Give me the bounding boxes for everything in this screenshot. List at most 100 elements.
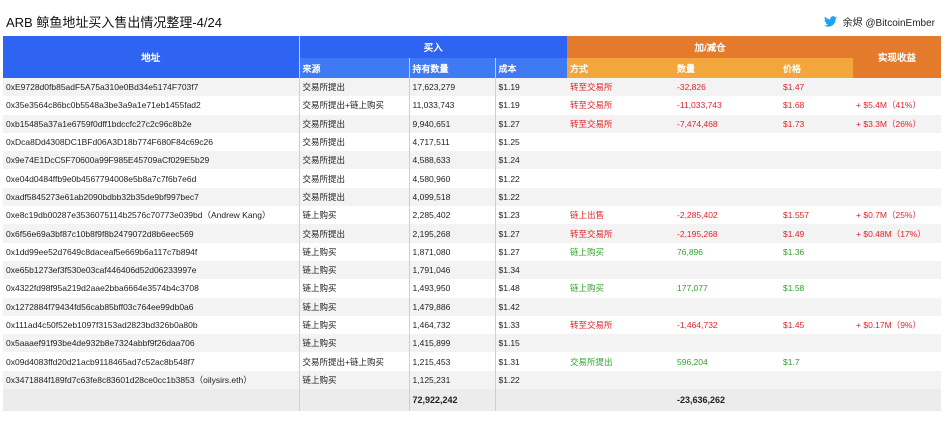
- cell-address: 0x9e74E1DcC5F70600a99F985E45709aCf029E5b…: [3, 151, 299, 170]
- table-row: 0x1272884f79434fd56cab85bff03c764ee99db0…: [3, 297, 942, 316]
- cell-cost: $1.27: [494, 224, 568, 243]
- header-group-row: 地址 买入 加/减仓 实现收益: [3, 36, 942, 78]
- cell-cost: $1.19: [494, 78, 568, 97]
- header-method: 方式: [567, 58, 675, 78]
- cell-price: [780, 151, 854, 170]
- cell-source: 交易所提出: [298, 224, 409, 243]
- cell-address: 0x4322fd98f95a219d2aae2bba6664e3574b4c37…: [3, 279, 299, 298]
- cell-cost: $1.23: [494, 206, 568, 225]
- author-credit[interactable]: 余烬 @BitcoinEmber: [823, 14, 935, 29]
- cell-quantity: -11,033,743: [674, 96, 781, 115]
- total-holdings: 72,922,242: [408, 389, 495, 412]
- header-price: 价格: [780, 58, 854, 78]
- cell-cost: $1.15: [494, 334, 568, 353]
- table-row: 0x1dd99ee52d7649c8daceaf5e669b6a117c7b89…: [3, 242, 942, 261]
- cell-address: 0xe65b1273ef3f530e03caf446406d52d0623399…: [3, 260, 299, 280]
- cell-method: [567, 187, 675, 207]
- table-body: 0xE9728d0fb85adF5A75a310e0Bd34e5174F703f…: [3, 78, 942, 390]
- cell-cost: $1.19: [494, 96, 568, 115]
- cell-quantity: [674, 370, 781, 390]
- table-row: 0x3471884f189fd7c63fe8c83601d28ce0cc1b38…: [3, 370, 942, 390]
- cell-profit: + $0.7M（25%）: [853, 206, 942, 225]
- header-quantity: 数量: [674, 58, 781, 78]
- cell-holdings: 2,195,268: [408, 224, 495, 243]
- cell-cost: $1.24: [494, 151, 568, 170]
- cell-source: 链上购买: [298, 334, 409, 353]
- cell-cost: $1.22: [494, 169, 568, 188]
- cell-profit: [853, 78, 942, 97]
- cell-method: 交易所提出: [567, 352, 675, 371]
- cell-source: 链上购买: [298, 315, 409, 335]
- table-row: 0xE9728d0fb85adF5A75a310e0Bd34e5174F703f…: [3, 78, 942, 97]
- cell-holdings: 1,415,899: [408, 334, 495, 353]
- cell-profit: + $5.4M（41%）: [853, 96, 942, 115]
- page-title: ARB 鲸鱼地址买入售出情况整理-4/24: [6, 15, 222, 30]
- cell-method: 转至交易所: [567, 78, 675, 97]
- cell-quantity: -1,464,732: [674, 315, 781, 335]
- cell-address: 0x1272884f79434fd56cab85bff03c764ee99db0…: [3, 297, 299, 316]
- cell-price: $1.68: [780, 96, 854, 115]
- cell-method: 链上购买: [567, 279, 675, 298]
- cell-method: 转至交易所: [567, 224, 675, 243]
- cell-profit: + $0.17M（9%）: [853, 315, 942, 335]
- cell-price: [780, 260, 854, 280]
- cell-holdings: 1,791,046: [408, 260, 495, 280]
- cell-source: 交易所提出: [298, 169, 409, 188]
- cell-profit: [853, 242, 942, 261]
- cell-method: [567, 151, 675, 170]
- cell-quantity: -7,474,468: [674, 114, 781, 133]
- cell-source: 链上购买: [298, 279, 409, 298]
- cell-profit: [853, 187, 942, 207]
- cell-price: [780, 297, 854, 316]
- cell-cost: $1.42: [494, 297, 568, 316]
- cell-price: $1.45: [780, 315, 854, 335]
- cell-profit: [853, 334, 942, 353]
- table-row: 0x6f56e69a3bf87c10b8f9f8b2479072d8b6eec5…: [3, 224, 942, 243]
- cell-profit: [853, 370, 942, 390]
- table-row: 0x35e3564c86bc0b5548a3be3a9a1e71eb1455fa…: [3, 96, 942, 115]
- cell-quantity: [674, 132, 781, 152]
- cell-profit: + $3.3M（26%）: [853, 114, 942, 133]
- cell-quantity: 177,077: [674, 279, 781, 298]
- cell-profit: + $0.48M（17%）: [853, 224, 942, 243]
- cell-holdings: 1,479,886: [408, 297, 495, 316]
- table-row: 0xe65b1273ef3f530e03caf446406d52d0623399…: [3, 260, 942, 280]
- cell-holdings: 9,940,651: [408, 114, 495, 133]
- cell-profit: [853, 352, 942, 371]
- cell-price: $1.49: [780, 224, 854, 243]
- cell-profit: [853, 260, 942, 280]
- cell-source: 交易所提出: [298, 78, 409, 97]
- twitter-bird-icon: [823, 16, 837, 27]
- totals-spacer: [780, 389, 854, 412]
- cell-method: [567, 297, 675, 316]
- cell-method: [567, 132, 675, 152]
- cell-source: 链上购买: [298, 370, 409, 390]
- header-address: 地址: [3, 36, 299, 78]
- header-holdings: 持有数量: [408, 58, 495, 78]
- table-row: 0xDca8Dd4308DC1BFd06A3D18b774F680F84c69c…: [3, 132, 942, 152]
- cell-profit: [853, 132, 942, 152]
- table-row: 0xb15485a37a1e6759f0dff1bdccfc27c2c96c8b…: [3, 114, 942, 133]
- cell-quantity: [674, 297, 781, 316]
- cell-cost: $1.34: [494, 260, 568, 280]
- cell-method: 转至交易所: [567, 114, 675, 133]
- table-row: 0x4322fd98f95a219d2aae2bba6664e3574b4c37…: [3, 279, 942, 298]
- header-profit: 实现收益: [853, 36, 942, 78]
- cell-address: 0xDca8Dd4308DC1BFd06A3D18b774F680F84c69c…: [3, 132, 299, 152]
- cell-address: 0x3471884f189fd7c63fe8c83601d28ce0cc1b38…: [3, 370, 299, 390]
- cell-quantity: [674, 169, 781, 188]
- cell-address: 0xadf5845273e61ab2090bdbb32b35de9bf997be…: [3, 187, 299, 207]
- cell-cost: $1.25: [494, 132, 568, 152]
- cell-address: 0x09d4083ffd20d21acb9118465ad7c52ac8b548…: [3, 352, 299, 371]
- cell-cost: $1.22: [494, 370, 568, 390]
- cell-address: 0x111ad4c50f52eb1097f3153ad2823bd326b0a8…: [3, 315, 299, 335]
- cell-source: 链上购买: [298, 297, 409, 316]
- cell-holdings: 4,580,960: [408, 169, 495, 188]
- cell-cost: $1.27: [494, 242, 568, 261]
- totals-row: 72,922,242 -23,636,262: [3, 389, 942, 412]
- cell-source: 交易所提出: [298, 114, 409, 133]
- cell-quantity: -2,195,268: [674, 224, 781, 243]
- total-quantity: -23,636,262: [674, 389, 781, 412]
- cell-profit: [853, 151, 942, 170]
- cell-holdings: 1,871,080: [408, 242, 495, 261]
